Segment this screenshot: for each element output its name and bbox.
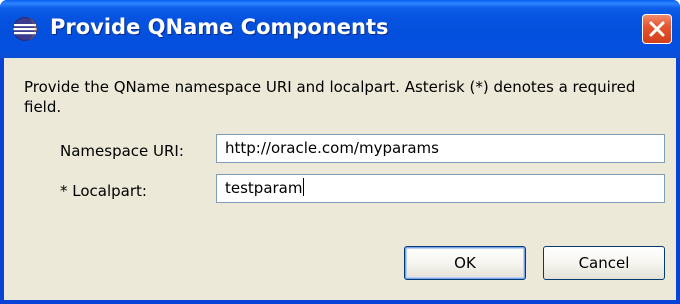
namespace-uri-input[interactable]: http://oracle.com/myparams [216,134,665,163]
localpart-input[interactable]: testparam [216,174,665,203]
dialog-window: Provide QName Components Provide the QNa… [0,0,680,304]
instruction-text: Provide the QName namespace URI and loca… [24,78,636,116]
dialog-body: Provide the QName namespace URI and loca… [4,58,676,300]
namespace-uri-value: http://oracle.com/myparams [225,139,439,157]
eclipse-icon [13,17,37,41]
localpart-label: * Localpart: [60,182,147,200]
text-cursor [302,178,304,196]
namespace-uri-label: Namespace URI: [60,142,184,160]
window-bottom-border [0,300,680,304]
localpart-value: testparam [225,179,303,197]
cancel-button[interactable]: Cancel [543,246,665,280]
window-title: Provide QName Components [50,15,389,39]
ok-button[interactable]: OK [404,246,526,280]
close-icon [649,21,665,37]
title-bar[interactable]: Provide QName Components [0,0,680,58]
close-button[interactable] [642,14,672,44]
